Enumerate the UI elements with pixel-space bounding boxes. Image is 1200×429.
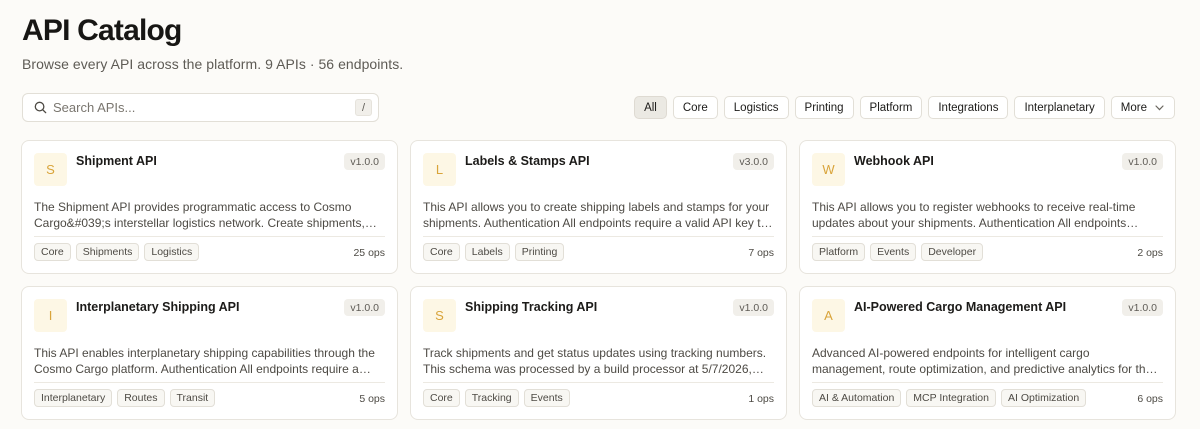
api-card-title: Shipment API xyxy=(76,154,157,168)
ops-count: 25 ops xyxy=(353,247,385,259)
filter-chip-printing[interactable]: Printing xyxy=(794,96,854,119)
api-card-description: The Shipment API provides programmatic a… xyxy=(34,200,365,230)
card-divider xyxy=(812,382,1163,383)
card-divider xyxy=(34,382,385,383)
tag-list: Core Tracking Events xyxy=(423,389,570,407)
version-badge: v1.0.0 xyxy=(733,299,774,316)
tag-list: Core Labels Printing xyxy=(423,243,565,261)
api-card-grid: S Shipment API v1.0.0 The Shipment API p… xyxy=(21,140,1176,420)
tag-list: Core Shipments Logistics xyxy=(34,243,200,261)
api-initial-avatar: A xyxy=(812,299,845,332)
api-card-title: Interplanetary Shipping API xyxy=(76,300,240,314)
filter-chip-integrations[interactable]: Integrations xyxy=(928,96,1009,119)
api-initial-avatar: L xyxy=(423,153,456,186)
filter-chip-logistics[interactable]: Logistics xyxy=(723,96,789,119)
ops-count: 6 ops xyxy=(1137,393,1163,405)
ops-count: 2 ops xyxy=(1137,247,1163,259)
tag: Routes xyxy=(117,389,165,407)
tag: Logistics xyxy=(144,243,200,261)
api-card-shipment[interactable]: S Shipment API v1.0.0 The Shipment API p… xyxy=(21,140,398,274)
more-filters-label: More xyxy=(1120,101,1147,114)
filter-chip-all[interactable]: All xyxy=(634,96,667,119)
version-badge: v1.0.0 xyxy=(1122,299,1163,316)
api-card-description: This API allows you to create shipping l… xyxy=(423,200,770,230)
card-divider xyxy=(34,236,385,237)
tag: Core xyxy=(423,389,460,407)
tag: Tracking xyxy=(464,389,519,407)
card-divider xyxy=(812,236,1163,237)
tag: Core xyxy=(423,243,460,261)
tag: AI & Automation xyxy=(812,389,902,407)
tag: Events xyxy=(523,389,570,407)
tag: Transit xyxy=(169,389,216,407)
card-divider xyxy=(423,382,774,383)
api-card-labels-stamps[interactable]: L Labels & Stamps API v3.0.0 This API al… xyxy=(410,140,787,274)
version-badge: v3.0.0 xyxy=(733,153,774,170)
filter-chip-platform[interactable]: Platform xyxy=(859,96,923,119)
api-initial-avatar: S xyxy=(34,153,67,186)
ops-count: 5 ops xyxy=(359,393,385,405)
tag: Events xyxy=(870,243,917,261)
category-filters: All Core Logistics Printing Platform Int… xyxy=(634,96,1175,119)
api-card-title: Shipping Tracking API xyxy=(465,300,598,314)
tag: MCP Integration xyxy=(906,389,996,407)
filter-chip-core[interactable]: Core xyxy=(672,96,718,119)
tag: Interplanetary xyxy=(34,389,113,407)
api-card-title: Webhook API xyxy=(854,154,934,168)
api-card-description: Track shipments and get status updates u… xyxy=(423,346,767,376)
api-card-ai-cargo-management[interactable]: A AI-Powered Cargo Management API v1.0.0… xyxy=(799,286,1176,420)
api-card-interplanetary-shipping[interactable]: I Interplanetary Shipping API v1.0.0 Thi… xyxy=(21,286,398,420)
api-initial-avatar: I xyxy=(34,299,67,332)
search-box[interactable]: / xyxy=(22,93,379,122)
more-filters-dropdown[interactable]: More xyxy=(1110,96,1175,119)
chevron-down-icon xyxy=(1155,103,1165,113)
api-initial-avatar: S xyxy=(423,299,456,332)
api-card-description: This API enables interplanetary shipping… xyxy=(34,346,375,376)
tag: Shipments xyxy=(75,243,140,261)
api-card-title: AI-Powered Cargo Management API xyxy=(854,300,1067,314)
page-title: API Catalog xyxy=(22,14,182,47)
tag: Platform xyxy=(812,243,866,261)
filter-chip-interplanetary[interactable]: Interplanetary xyxy=(1014,96,1105,119)
tag: Developer xyxy=(921,243,984,261)
api-catalog-page: API Catalog Browse every API across the … xyxy=(0,0,1200,429)
tag-list: Interplanetary Routes Transit xyxy=(34,389,216,407)
search-icon xyxy=(33,101,47,115)
tag: Printing xyxy=(514,243,565,261)
api-card-title: Labels & Stamps API xyxy=(465,154,590,168)
api-card-description: Advanced AI-powered endpoints for intell… xyxy=(812,346,1153,376)
page-subtitle: Browse every API across the platform. 9 … xyxy=(22,56,404,72)
tag-list: AI & Automation MCP Integration AI Optim… xyxy=(812,389,1087,407)
search-shortcut-key: / xyxy=(355,99,372,116)
api-card-description: This API allows you to register webhooks… xyxy=(812,200,1136,230)
api-card-webhook[interactable]: W Webhook API v1.0.0 This API allows you… xyxy=(799,140,1176,274)
ops-count: 1 ops xyxy=(748,393,774,405)
tag: Labels xyxy=(464,243,510,261)
tag: Core xyxy=(34,243,71,261)
version-badge: v1.0.0 xyxy=(344,153,385,170)
api-card-shipping-tracking[interactable]: S Shipping Tracking API v1.0.0 Track shi… xyxy=(410,286,787,420)
tag-list: Platform Events Developer xyxy=(812,243,984,261)
ops-count: 7 ops xyxy=(748,247,774,259)
search-input[interactable] xyxy=(53,100,355,115)
api-initial-avatar: W xyxy=(812,153,845,186)
tag: AI Optimization xyxy=(1000,389,1087,407)
card-divider xyxy=(423,236,774,237)
version-badge: v1.0.0 xyxy=(1122,153,1163,170)
version-badge: v1.0.0 xyxy=(344,299,385,316)
